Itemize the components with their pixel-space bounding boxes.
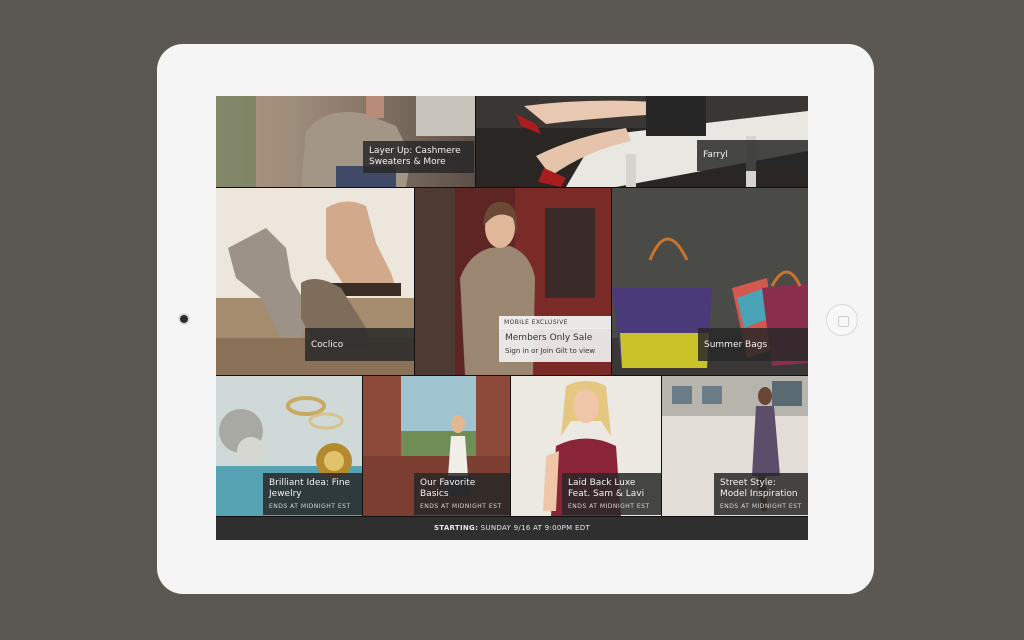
tile-label: Farryl bbox=[697, 140, 808, 171]
tile-label: Our Favorite Basics ENDS AT MIDNIGHT EST bbox=[414, 473, 510, 515]
starting-label: STARTING: bbox=[433, 524, 479, 532]
tile-laid-back[interactable]: Laid Back Luxe Feat. Sam & Lavi ENDS AT … bbox=[511, 376, 661, 516]
tile-title: Coclico bbox=[311, 340, 344, 350]
tile-label: Street Style: Model Inspiration ENDS AT … bbox=[714, 473, 808, 515]
tile-title: Brilliant Idea: Fine Jewelry bbox=[269, 478, 351, 499]
tile-subtitle: ENDS AT MIDNIGHT EST bbox=[269, 503, 351, 510]
tile-title: Summer Bags bbox=[704, 340, 768, 350]
tile-farryl[interactable]: Farryl bbox=[476, 96, 808, 187]
tile-subtitle: Sign in or Join Gilt to view bbox=[505, 347, 596, 355]
tile-title: Layer Up: Cashmere Sweaters & More bbox=[369, 146, 461, 167]
tile-label: Coclico bbox=[305, 328, 414, 361]
tile-title: Farryl bbox=[703, 150, 728, 160]
starting-time: SUNDAY 9/16 AT 9:00PM EDT bbox=[480, 524, 591, 532]
tile-cashmere[interactable]: Layer Up: Cashmere Sweaters & More bbox=[216, 96, 475, 187]
tile-coclico[interactable]: Coclico bbox=[216, 188, 414, 375]
tile-label: Layer Up: Cashmere Sweaters & More bbox=[363, 141, 474, 173]
tile-label: Laid Back Luxe Feat. Sam & Lavi ENDS AT … bbox=[562, 473, 661, 515]
tile-summer-bags[interactable]: Summer Bags bbox=[612, 188, 808, 375]
tile-label: Brilliant Idea: Fine Jewelry ENDS AT MID… bbox=[263, 473, 362, 515]
sale-grid: Layer Up: Cashmere Sweaters & More Farry… bbox=[216, 96, 808, 540]
tile-title: Laid Back Luxe Feat. Sam & Lavi bbox=[568, 478, 645, 499]
tile-subtitle: ENDS AT MIDNIGHT EST bbox=[720, 503, 802, 510]
tile-subtitle: ENDS AT MIDNIGHT EST bbox=[420, 503, 502, 510]
tile-jewelry[interactable]: Brilliant Idea: Fine Jewelry ENDS AT MID… bbox=[216, 376, 362, 516]
tile-title: Members Only Sale bbox=[505, 333, 593, 343]
tile-label: Summer Bags bbox=[698, 328, 808, 361]
camera-icon bbox=[180, 315, 188, 323]
home-button[interactable] bbox=[826, 304, 858, 336]
tile-title: Street Style: Model Inspiration bbox=[720, 478, 798, 499]
starting-bar: STARTING: SUNDAY 9/16 AT 9:00PM EDT bbox=[216, 517, 808, 540]
tile-subtitle: ENDS AT MIDNIGHT EST bbox=[568, 503, 650, 510]
tile-label: Members Only Sale Sign in or Join Gilt t… bbox=[499, 328, 611, 362]
tile-basics[interactable]: Our Favorite Basics ENDS AT MIDNIGHT EST bbox=[363, 376, 510, 516]
tile-members-only[interactable]: MOBILE EXCLUSIVE Members Only Sale Sign … bbox=[415, 188, 611, 375]
tile-street-style[interactable]: Street Style: Model Inspiration ENDS AT … bbox=[662, 376, 808, 516]
tile-title: Our Favorite Basics bbox=[420, 478, 476, 499]
